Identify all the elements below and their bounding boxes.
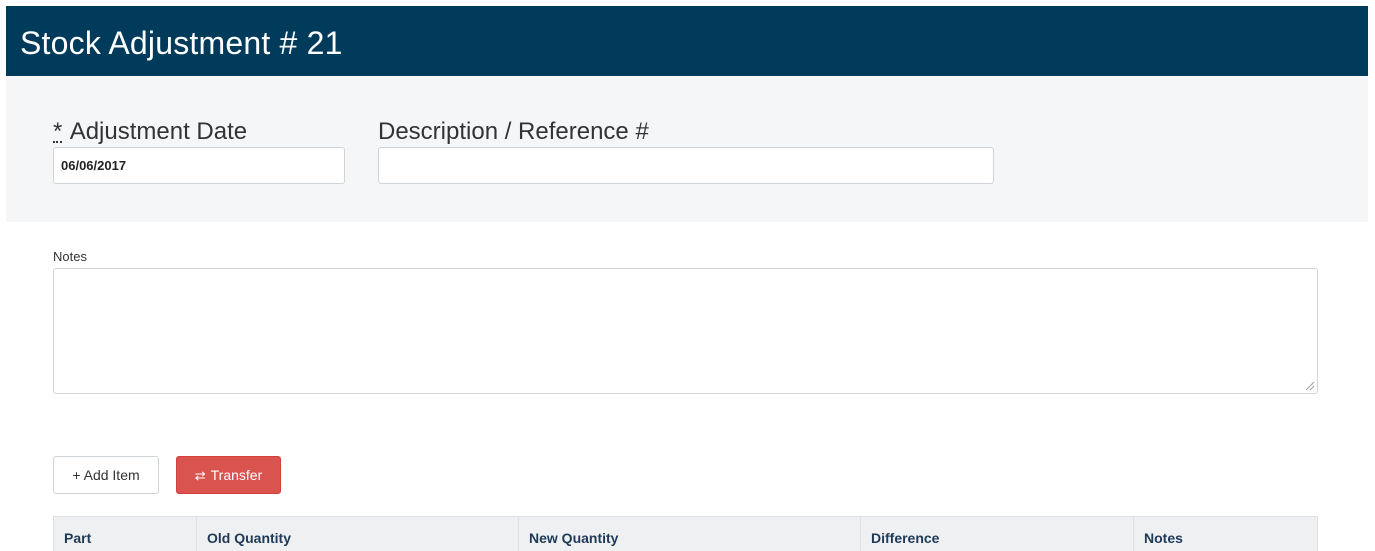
add-item-button[interactable]: + Add Item <box>53 456 159 494</box>
adjustment-date-label: * Adjustment Date <box>53 118 247 146</box>
notes-label: Notes <box>53 249 87 264</box>
items-table-header: Part Old Quantity New Quantity Differenc… <box>53 516 1318 551</box>
transfer-icon: ⇄ <box>194 467 206 483</box>
column-header-part: Part <box>54 517 197 551</box>
transfer-button[interactable]: ⇄ Transfer <box>176 456 281 494</box>
column-header-difference: Difference <box>861 517 1134 551</box>
resize-grip-icon[interactable] <box>1304 380 1315 391</box>
description-label: Description / Reference # <box>378 118 649 145</box>
notes-textarea[interactable] <box>53 268 1318 394</box>
transfer-label: Transfer <box>210 467 263 483</box>
description-input[interactable] <box>378 147 994 184</box>
column-header-new-quantity: New Quantity <box>519 517 861 551</box>
column-header-notes: Notes <box>1144 530 1183 546</box>
page-header: Stock Adjustment # 21 <box>6 6 1368 76</box>
adjustment-date-input[interactable] <box>53 147 345 184</box>
column-header-old-quantity: Old Quantity <box>197 517 519 551</box>
adjustment-date-label-text: Adjustment Date <box>69 118 248 145</box>
add-item-label: + Add Item <box>72 467 140 483</box>
required-marker: * <box>53 118 63 145</box>
page-title: Stock Adjustment # 21 <box>20 25 343 61</box>
